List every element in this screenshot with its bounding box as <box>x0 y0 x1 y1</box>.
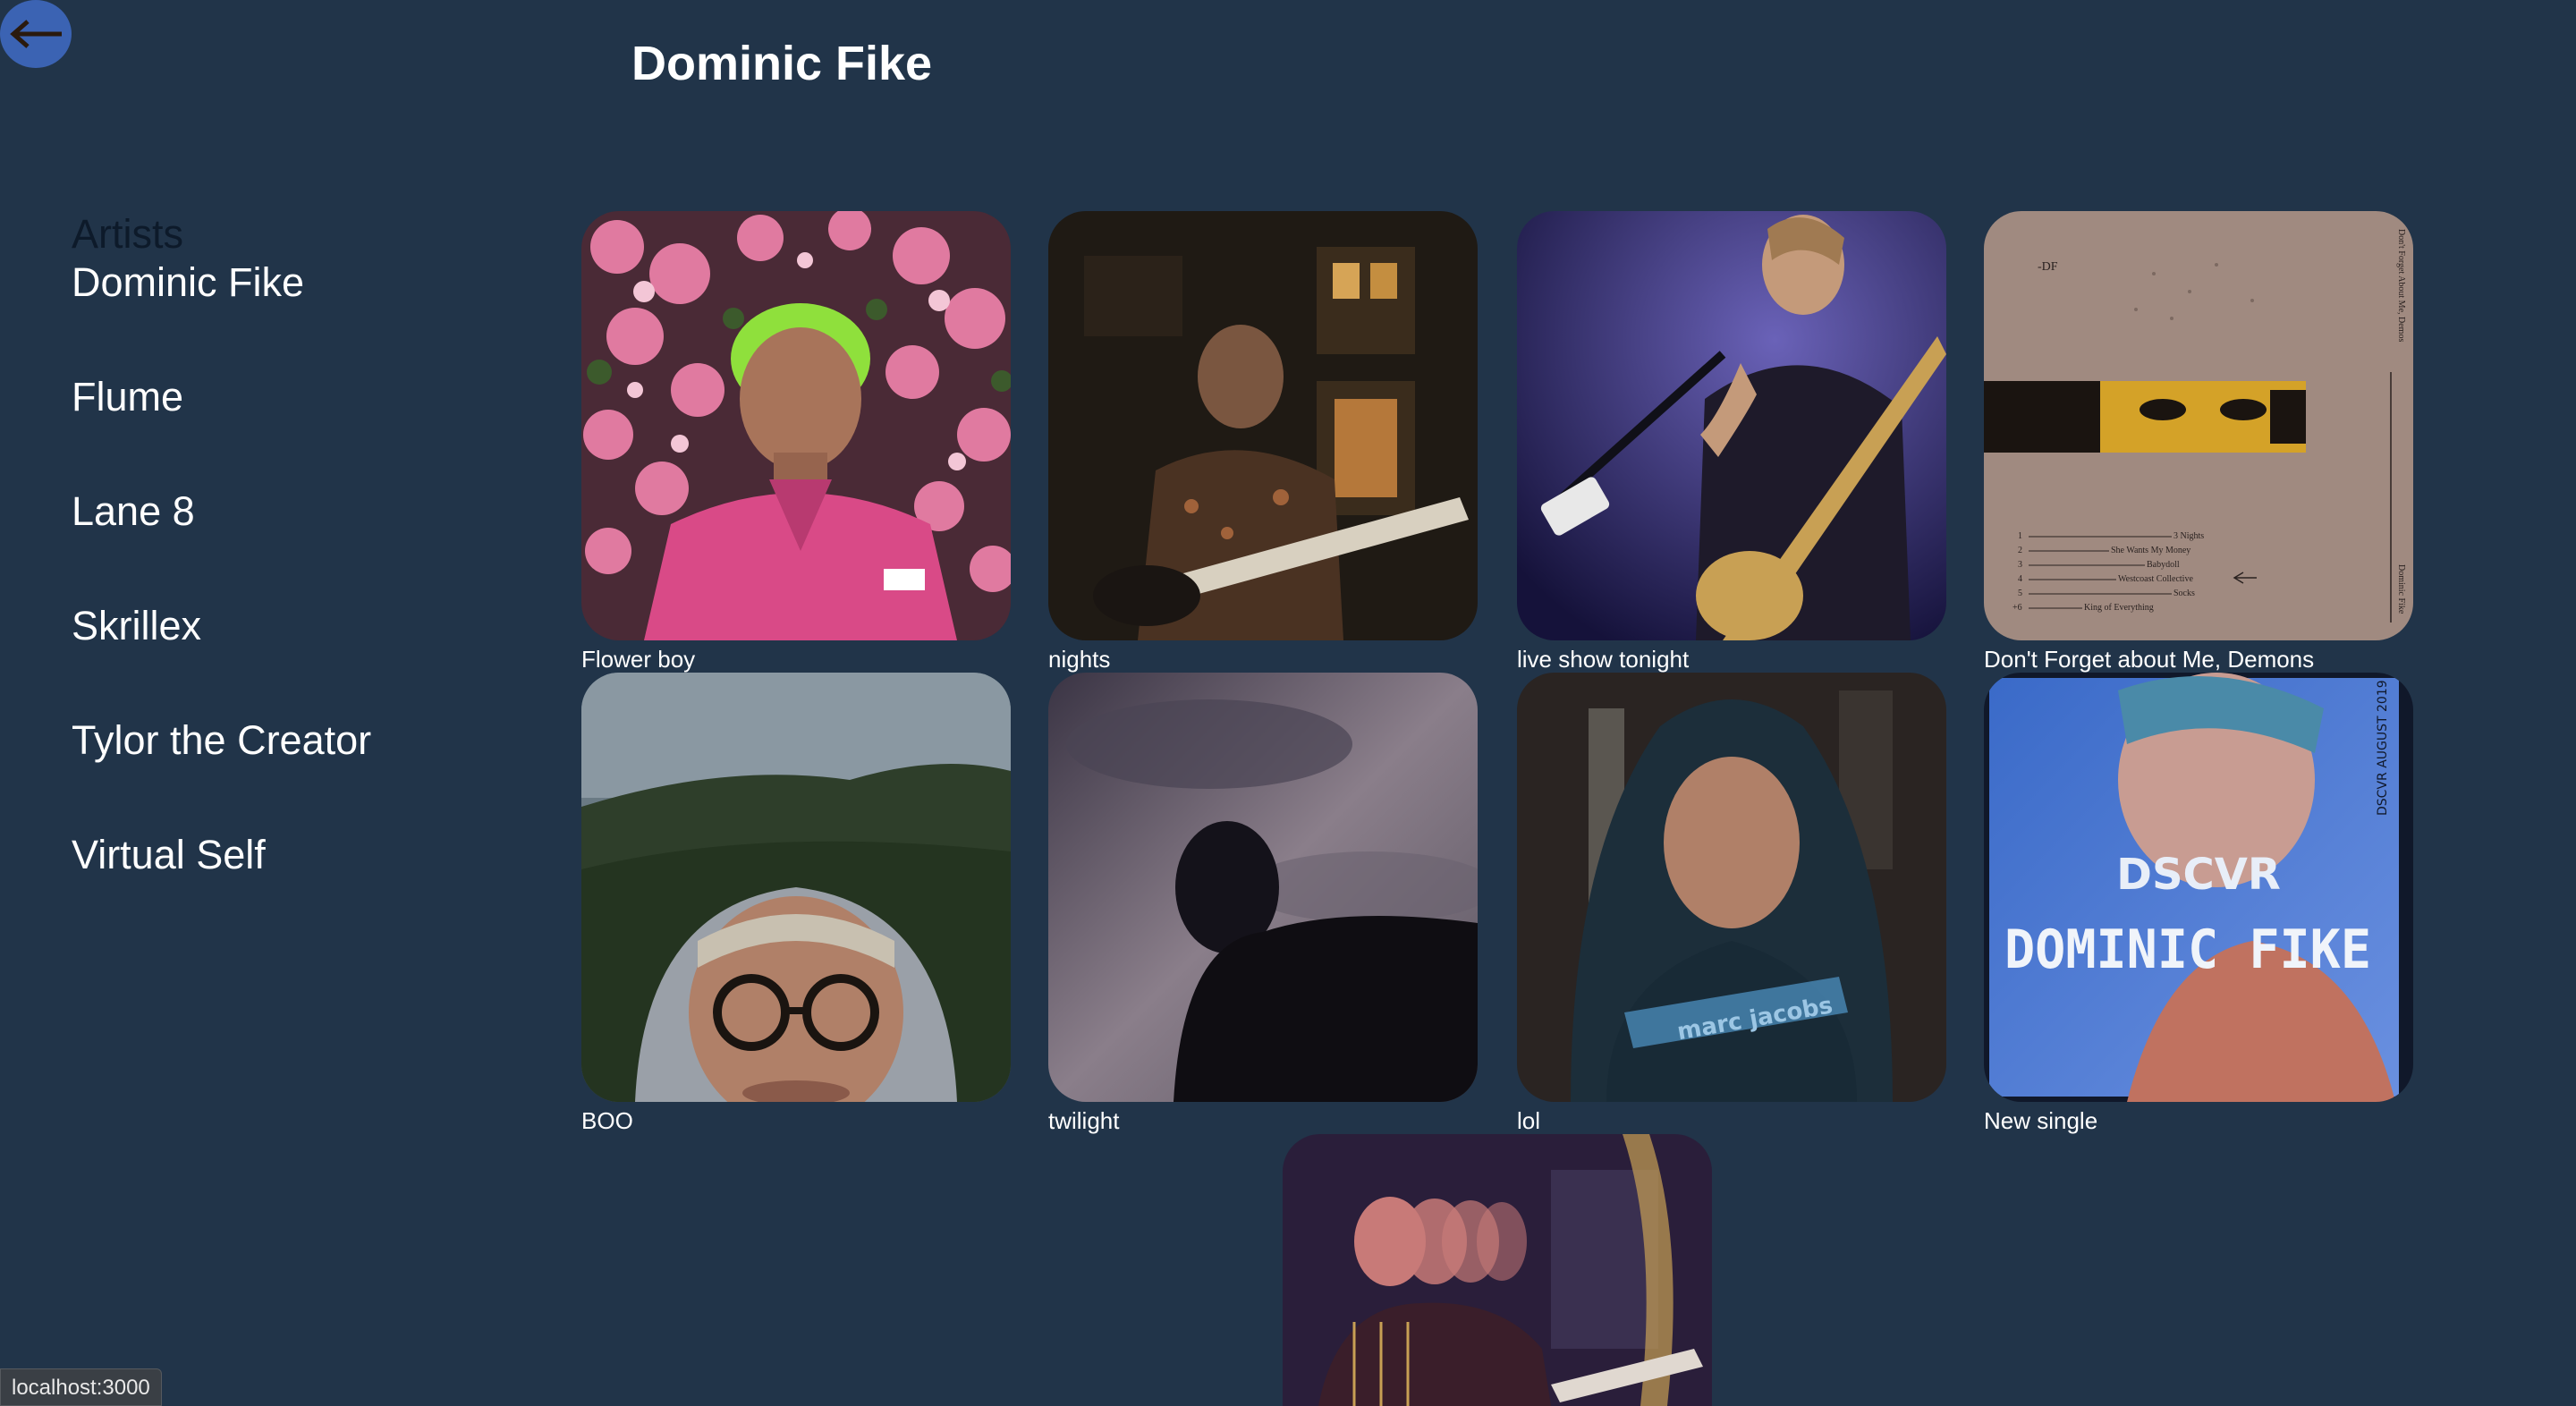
track-number: +6 <box>2012 603 2022 613</box>
album-cover-untitled[interactable] <box>1283 1134 1712 1406</box>
arrow-left-icon <box>10 20 62 48</box>
cover-dscvr-text: DSCVR <box>2116 850 2281 900</box>
sidebar-heading: Artists <box>72 211 184 257</box>
album-title: nights <box>1048 646 1111 673</box>
cover-spine-title: Don't Forget About Me, Demos <box>2396 229 2406 342</box>
track-name: 3 Nights <box>2174 531 2204 541</box>
album-card <box>1283 1134 1712 1406</box>
cover-artist-text: DOMINIC FIKE <box>2004 919 2371 981</box>
track-number: 4 <box>2018 574 2022 584</box>
track-name: Socks <box>2174 589 2195 598</box>
sidebar-item-tylor-the-creator[interactable]: Tylor the Creator <box>72 716 537 830</box>
back-button[interactable] <box>0 0 72 68</box>
album-title: BOO <box>581 1107 633 1134</box>
album-title: lol <box>1517 1107 1541 1134</box>
track-name: King of Everything <box>2084 603 2154 613</box>
artist-list: Dominic Fike Flume Lane 8 Skrillex Tylor… <box>72 258 537 944</box>
album-card: BOO <box>581 673 1011 1134</box>
album-title: New single <box>1984 1107 2098 1134</box>
track-number: 2 <box>2018 546 2022 555</box>
album-cover-nights[interactable] <box>1048 211 1478 640</box>
sidebar-item-dominic-fike[interactable]: Dominic Fike <box>72 258 537 372</box>
album-cover-live-show-tonight[interactable] <box>1517 211 1946 640</box>
album-title: Don't Forget about Me, Demons <box>1984 646 2315 673</box>
track-number: 5 <box>2018 589 2022 598</box>
status-bar-url: localhost:3000 <box>0 1368 162 1406</box>
track-number: 3 <box>2018 560 2022 570</box>
track-name: Westcoast Collective <box>2118 574 2193 584</box>
album-cover-twilight[interactable] <box>1048 673 1478 1102</box>
album-card: -DF Don't Forget About Me, Demos Dominic… <box>1984 211 2413 673</box>
album-title: live show tonight <box>1517 646 1690 673</box>
sidebar-item-skrillex[interactable]: Skrillex <box>72 601 537 716</box>
album-title: Flower boy <box>581 646 696 673</box>
track-name: She Wants My Money <box>2111 546 2190 555</box>
album-cover-lol[interactable]: marc jacobs <box>1517 673 1946 1102</box>
album-cover-flower-boy[interactable] <box>581 211 1011 640</box>
album-cover-dont-forget-about-me-demos[interactable]: -DF Don't Forget About Me, Demos Dominic… <box>1984 211 2413 640</box>
album-cover-new-single[interactable]: DSCVR DOMINIC FIKE DSCVR AUGUST 2019 <box>1984 673 2413 1102</box>
album-card: marc jacobs lol <box>1517 673 1946 1134</box>
sidebar-item-flume[interactable]: Flume <box>72 372 537 487</box>
track-number: 1 <box>2018 531 2022 541</box>
cover-spine-artist: Dominic Fike <box>2396 564 2406 614</box>
album-cover-boo[interactable] <box>581 673 1011 1102</box>
album-card: twilight <box>1048 673 1478 1134</box>
sidebar-item-lane-8[interactable]: Lane 8 <box>72 487 537 601</box>
album-title: twilight <box>1048 1107 1120 1134</box>
album-card: nights <box>1048 211 1478 673</box>
sidebar-item-virtual-self[interactable]: Virtual Self <box>72 830 537 944</box>
cover-initials: -DF <box>2038 260 2058 274</box>
album-card: live show tonight <box>1517 211 1946 673</box>
app-root: Dominic Fike Artists Dominic Fike Flume … <box>0 0 2576 1406</box>
artist-sidebar: Artists Dominic Fike Flume Lane 8 Skrill… <box>72 211 537 944</box>
album-card: Flower boy <box>581 211 1011 673</box>
cover-side-text: DSCVR AUGUST 2019 <box>2376 680 2390 816</box>
album-card: DSCVR DOMINIC FIKE DSCVR AUGUST 2019 New… <box>1984 673 2413 1134</box>
page-title: Dominic Fike <box>631 37 933 90</box>
track-name: Babydoll <box>2147 560 2180 570</box>
